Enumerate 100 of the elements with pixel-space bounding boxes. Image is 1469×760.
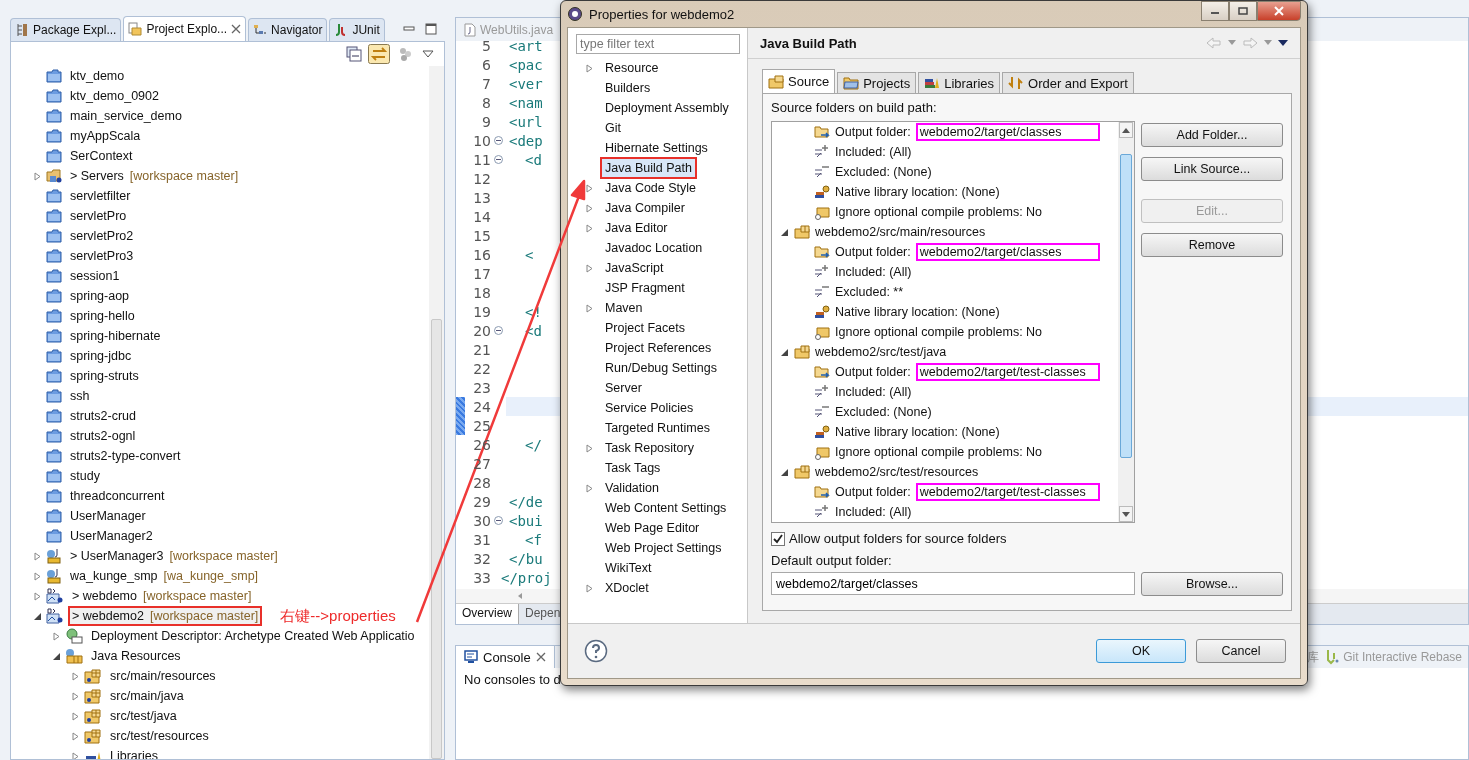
nav-item[interactable]: Maven: [600, 297, 648, 319]
nav-item[interactable]: Resource: [600, 57, 664, 79]
nav-item[interactable]: Web Page Editor: [600, 517, 705, 539]
expand-arrow-icon[interactable]: [52, 651, 61, 661]
line-number: 9: [481, 113, 491, 130]
folder-icon: [46, 329, 62, 343]
nav-item[interactable]: Service Policies: [600, 397, 699, 419]
tree-item-box[interactable]: > webdemo [workspace master]: [68, 586, 256, 606]
nav-item[interactable]: Java Compiler: [600, 197, 690, 219]
view-menu-icon[interactable]: [422, 49, 434, 59]
expand-arrow-icon[interactable]: [780, 467, 789, 477]
tree-item[interactable]: > webdemo2: [72, 609, 144, 623]
nav-item[interactable]: Java Build Path: [600, 157, 697, 179]
maximize-icon[interactable]: [425, 23, 437, 35]
nav-item[interactable]: Java Code Style: [600, 177, 702, 199]
page-tab[interactable]: Source: [762, 69, 836, 93]
folder-arrow-icon: [814, 124, 830, 140]
output-folder-field[interactable]: webdemo2/target/classes: [771, 572, 1135, 595]
source-folder[interactable]: webdemo2/src/test/java: [815, 345, 947, 359]
output-folder-path: webdemo2/target/test-classes: [915, 363, 1100, 381]
browse-button[interactable]: Browse...: [1141, 572, 1283, 596]
nav-item[interactable]: JavaScript: [600, 257, 669, 279]
side-button[interactable]: Add Folder...: [1141, 123, 1283, 147]
fold-icon[interactable]: [493, 516, 503, 525]
page-tab[interactable]: Libraries: [918, 72, 1001, 93]
nav-item[interactable]: Web Content Settings: [600, 497, 732, 519]
line-number: 21: [472, 341, 491, 358]
cylinders-icon[interactable]: [398, 46, 414, 62]
nav-item[interactable]: Web Project Settings: [600, 537, 727, 559]
nav-item[interactable]: Task Repository: [600, 437, 699, 459]
nav-item[interactable]: Server: [600, 377, 647, 399]
maximize-button[interactable]: [1229, 1, 1257, 21]
source-folder[interactable]: webdemo2/src/test/resources: [815, 465, 979, 479]
collapse-all-icon[interactable]: [346, 46, 362, 62]
source-folder[interactable]: webdemo2/src/main/resources: [815, 225, 986, 239]
nav-item[interactable]: Git: [600, 117, 626, 139]
books-gear-icon: [814, 304, 830, 320]
close-icon[interactable]: [535, 652, 546, 662]
nav-item[interactable]: Project Facets: [600, 317, 690, 339]
nav-item[interactable]: Hibernate Settings: [600, 137, 713, 159]
tree-item-box[interactable]: > UserManager3 [workspace master]: [66, 546, 282, 566]
tree-item[interactable]: wa_kunge_smp: [70, 569, 158, 583]
menu-icon[interactable]: [1278, 39, 1288, 47]
scroll-thumb[interactable]: [1120, 154, 1132, 458]
tree-item-box[interactable]: wa_kunge_smp [wa_kunge_smp]: [66, 566, 263, 586]
page-tab[interactable]: Order and Export: [1002, 72, 1134, 93]
nav-item[interactable]: Deployment Assembly: [600, 97, 734, 119]
annotation-box[interactable]: > webdemo2 [workspace master]: [68, 606, 263, 626]
nav-item[interactable]: Builders: [600, 77, 656, 99]
folder-icon: [46, 349, 62, 363]
tree-item[interactable]: > webdemo: [72, 589, 137, 603]
minimize-button[interactable]: [1201, 1, 1229, 21]
view-tab[interactable]: JUnit: [329, 18, 385, 41]
view-tab[interactable]: Project Explo...: [123, 16, 247, 41]
filter-field[interactable]: type filter text: [576, 34, 740, 54]
nav-item[interactable]: WikiText: [600, 557, 657, 579]
tree-item[interactable]: > Servers: [70, 169, 124, 183]
page-tab[interactable]: Projects: [837, 72, 917, 93]
ok-button[interactable]: OK: [1096, 639, 1186, 663]
folder-attribute: Native library location: (None): [835, 185, 1000, 199]
folder-attribute: Ignore optional compile problems: No: [835, 205, 1043, 219]
scroll-left-icon[interactable]: [516, 592, 524, 600]
fold-icon[interactable]: [493, 136, 503, 145]
code-text: <: [525, 246, 534, 263]
tree-item[interactable]: > UserManager3: [70, 549, 164, 563]
view-tab[interactable]: Package Expl...: [10, 18, 122, 41]
link-with-editor-icon[interactable]: [368, 44, 390, 64]
expand-arrow-icon[interactable]: [780, 227, 789, 237]
side-button[interactable]: Link Source...: [1141, 157, 1283, 181]
nav-item[interactable]: Project References: [600, 337, 717, 359]
nav-item[interactable]: JSP Fragment: [600, 277, 690, 299]
cancel-button[interactable]: Cancel: [1196, 639, 1286, 663]
checkbox[interactable]: [771, 531, 785, 546]
scroll-down-icon[interactable]: [1119, 506, 1133, 522]
nav-item[interactable]: Javadoc Location: [600, 237, 708, 259]
nav-item[interactable]: Task Tags: [600, 457, 666, 479]
nav-item[interactable]: Validation: [600, 477, 664, 499]
editor-page-tab[interactable]: Overview: [456, 604, 519, 624]
side-button[interactable]: Remove: [1141, 233, 1283, 257]
nav-item[interactable]: XDoclet: [600, 577, 654, 599]
scroll-thumb[interactable]: [431, 319, 442, 759]
folder-icon: [46, 229, 62, 243]
nav-item[interactable]: Java Editor: [600, 217, 673, 239]
fold-icon[interactable]: [493, 326, 503, 335]
line-number: 30: [472, 512, 491, 529]
console-tab[interactable]: Console: [456, 646, 555, 668]
help-icon[interactable]: [584, 639, 608, 663]
close-button[interactable]: [1257, 1, 1301, 21]
view-tab[interactable]: Navigator: [248, 18, 328, 41]
expand-arrow-icon[interactable]: [780, 347, 789, 357]
package-folder-icon: [65, 648, 83, 664]
nav-item[interactable]: Run/Debug Settings: [600, 357, 722, 379]
close-icon[interactable]: [231, 24, 242, 34]
nav-item[interactable]: Targeted Runtimes: [600, 417, 715, 439]
expand-arrow-icon[interactable]: [33, 611, 42, 621]
fold-icon[interactable]: [493, 155, 503, 164]
line-number: 32: [472, 550, 491, 567]
folder-attribute: Included: (All): [835, 505, 912, 519]
scroll-up-icon[interactable]: [1119, 122, 1133, 138]
tree-item-box[interactable]: > Servers [workspace master]: [66, 166, 243, 186]
